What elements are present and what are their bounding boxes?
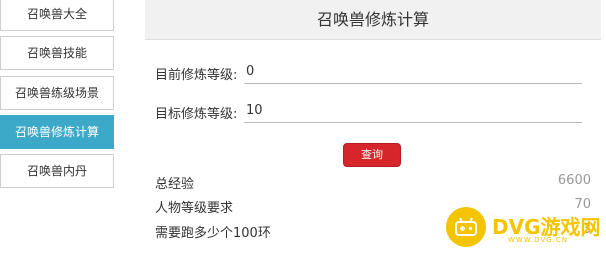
gamepad-icon xyxy=(446,207,486,247)
sidebar-item-summon-beast-leveling-scenes[interactable]: 召唤兽练级场景 xyxy=(0,76,114,110)
current-level-input[interactable] xyxy=(244,60,582,84)
query-button[interactable]: 查询 xyxy=(343,143,401,167)
page-title: 召唤兽修炼计算 xyxy=(145,0,601,40)
total-exp-label: 总经验 xyxy=(155,177,195,192)
site-watermark: DVG游戏网 WWW.DVG.CN xyxy=(446,201,606,253)
sidebar-item-summon-beast-cultivation-calculator[interactable]: 召唤兽修炼计算 xyxy=(0,115,114,149)
ring-count-label: 需要跑多少个100环 xyxy=(155,226,271,241)
target-level-label: 目标修炼等级: xyxy=(155,107,238,122)
sidebar: 召唤兽大全 召唤兽技能 召唤兽练级场景 召唤兽修炼计算 召唤兽内丹 xyxy=(0,0,132,263)
current-level-label: 目前修炼等级: xyxy=(155,68,238,83)
target-level-row: 目标修炼等级: xyxy=(155,97,585,127)
watermark-subtext: WWW.DVG.CN xyxy=(508,236,569,244)
target-level-input[interactable] xyxy=(244,99,582,123)
sidebar-item-summon-beast-inner-pill[interactable]: 召唤兽内丹 xyxy=(0,154,114,188)
sidebar-item-summon-beast-encyclopedia[interactable]: 召唤兽大全 xyxy=(0,0,114,31)
current-level-row: 目前修炼等级: xyxy=(155,58,585,88)
result-row-total-exp: 总经验 6600 xyxy=(155,171,591,193)
total-exp-value: 6600 xyxy=(557,173,591,188)
sidebar-item-summon-beast-skills[interactable]: 召唤兽技能 xyxy=(0,36,114,70)
level-requirement-label: 人物等级要求 xyxy=(155,201,234,216)
